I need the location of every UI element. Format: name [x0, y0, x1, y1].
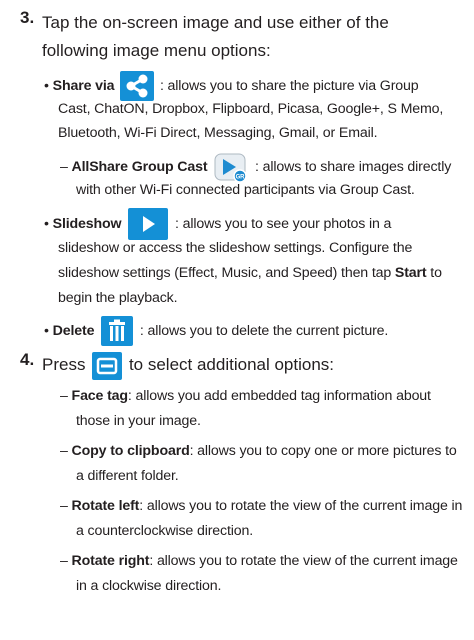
- dash: –: [60, 553, 68, 569]
- share-via-label: Share via: [52, 77, 115, 94]
- rotate-left-desc-1: : allows you to rotate the view of the c…: [139, 498, 463, 514]
- allshare-item: – AllShare Group Cast GR : allows to sha…: [60, 152, 451, 182]
- delete-desc-1: : allows you to delete the current pictu…: [139, 322, 389, 339]
- step-number-4: 4.: [20, 350, 35, 369]
- slideshow-desc-3-pre: slideshow settings (Effect, Music, and S…: [58, 265, 395, 281]
- copy-to-clipboard-label: Copy to clipboard: [71, 443, 190, 459]
- share-via-desc-2: Cast, ChatON, Dropbox, Flipboard, Picasa…: [58, 101, 444, 117]
- dash: –: [60, 443, 68, 459]
- bullet: •: [44, 322, 49, 339]
- copy-to-clipboard-item: – Copy to clipboard: allows you to copy …: [60, 440, 457, 462]
- slideshow-desc-3-post: to: [426, 265, 442, 281]
- rotate-right-desc-2: in a clockwise direction.: [76, 578, 222, 594]
- step-3-line-1: Tap the on-screen image and use either o…: [42, 13, 389, 32]
- bullet: •: [44, 77, 49, 94]
- rotate-right-label: Rotate right: [71, 553, 150, 569]
- step-number-3: 3.: [20, 8, 35, 27]
- rotate-left-desc-2: a counterclockwise direction.: [76, 523, 254, 539]
- slideshow-item: • Slideshow : allows you to see your pho…: [44, 208, 391, 240]
- face-tag-desc-2: those in your image.: [76, 413, 201, 429]
- face-tag-desc-1: : allows you add embedded tag informatio…: [127, 388, 431, 404]
- share-via-item: • Share via : allows you to share the pi…: [44, 71, 419, 101]
- delete-item: • Delete : allows you to delete the curr…: [44, 316, 388, 346]
- face-tag-item: – Face tag: allows you add embedded tag …: [60, 385, 431, 407]
- rotate-right-item: – Rotate right: allows you to rotate the…: [60, 550, 458, 572]
- menu-icon: [92, 351, 123, 380]
- dash: –: [60, 388, 68, 404]
- allshare-desc-1: : allows to share images directly: [255, 158, 452, 175]
- slideshow-desc-2: slideshow or access the slideshow settin…: [58, 240, 413, 256]
- bullet: •: [44, 215, 49, 232]
- play-icon: [128, 208, 169, 240]
- step-3-line-2: following image menu options:: [42, 41, 271, 60]
- slideshow-desc-3: slideshow settings (Effect, Music, and S…: [58, 262, 442, 284]
- step-4-pre: Press: [42, 355, 86, 374]
- slideshow-desc-4: begin the playback.: [58, 290, 178, 306]
- share-via-desc-1: : allows you to share the picture via Gr…: [159, 77, 419, 94]
- step-4-post: to select additional options:: [128, 355, 335, 374]
- step-4-line: Press to select additional options:: [42, 350, 334, 380]
- slideshow-desc-1: : allows you to see your photos in a: [175, 215, 392, 232]
- dash: –: [60, 158, 68, 175]
- trash-icon: [101, 316, 134, 346]
- share-via-desc-3: Bluetooth, Wi-Fi Direct, Messaging, Gmai…: [58, 125, 378, 141]
- allshare-group-cast-icon: GR: [212, 152, 250, 182]
- start-label: Start: [394, 265, 427, 281]
- rotate-left-label: Rotate left: [71, 498, 140, 514]
- slideshow-label: Slideshow: [52, 215, 122, 232]
- rotate-left-item: – Rotate left: allows you to rotate the …: [60, 495, 462, 517]
- copy-desc-1: : allows you to copy one or more picture…: [189, 443, 457, 459]
- allshare-desc-2: with other Wi-Fi connected participants …: [76, 182, 415, 198]
- face-tag-label: Face tag: [71, 388, 129, 404]
- copy-desc-2: a different folder.: [76, 468, 179, 484]
- rotate-right-desc-1: : allows you to rotate the view of the c…: [149, 553, 458, 569]
- delete-label: Delete: [52, 322, 95, 339]
- allshare-label: AllShare Group Cast: [71, 158, 208, 175]
- share-icon: [120, 71, 155, 101]
- dash: –: [60, 498, 68, 514]
